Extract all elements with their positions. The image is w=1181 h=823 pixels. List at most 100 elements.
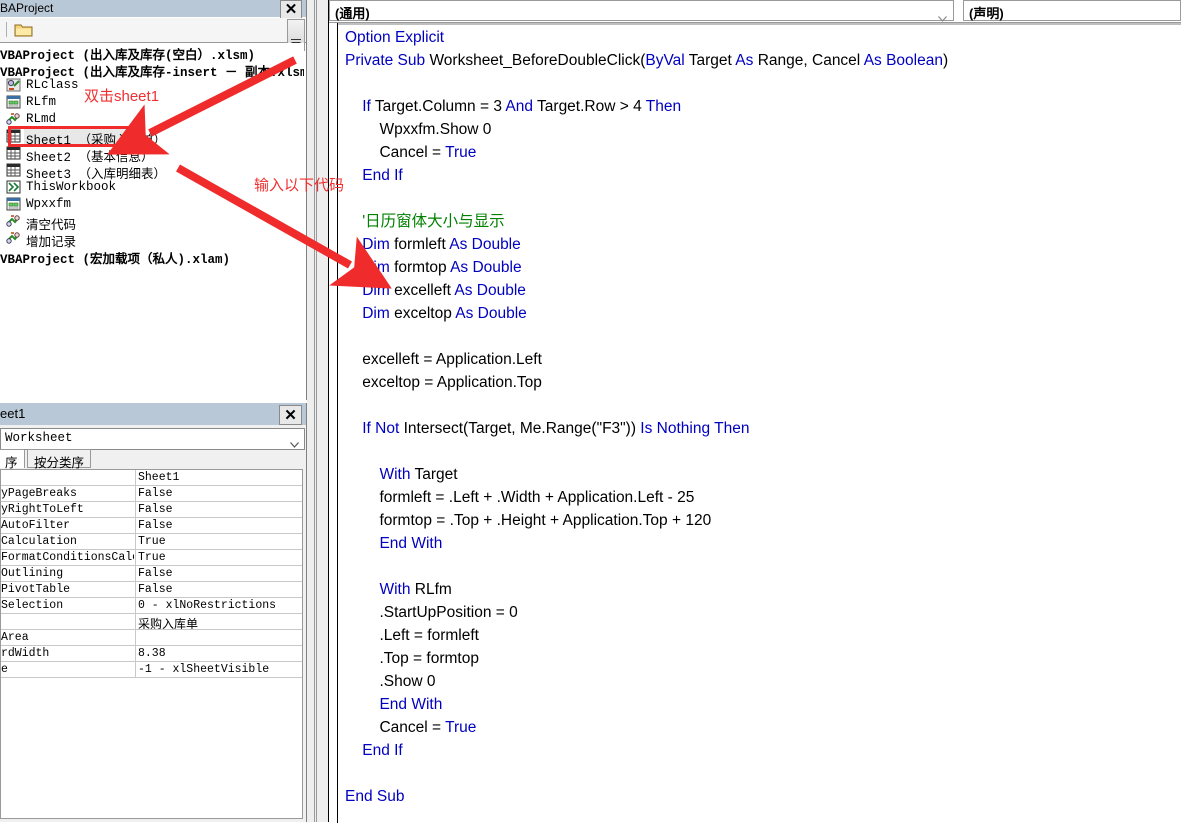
properties-tabs[interactable]: 序 按分类序 [0,449,306,470]
class-module-icon [6,78,21,92]
property-row[interactable]: 采购入库单 [1,614,302,630]
properties-titlebar: eet1 ✕ [0,403,306,425]
property-row[interactable]: AutoFilter False [1,518,302,534]
code-line[interactable] [345,555,1175,578]
property-row[interactable]: yPageBreaks False [1,486,302,502]
code-line[interactable]: Cancel = True [345,141,1175,164]
property-row[interactable]: e -1 - xlSheetVisible [1,662,302,678]
code-line[interactable] [345,394,1175,417]
code-line[interactable]: Dim exceltop As Double [345,302,1175,325]
close-icon[interactable]: ✕ [280,0,302,19]
property-row[interactable]: Outlining False [1,566,302,582]
code-line[interactable]: exceltop = Application.Top [345,371,1175,394]
close-icon[interactable]: ✕ [279,405,302,425]
code-scrollbar-track[interactable] [338,23,1181,25]
property-row[interactable]: rdWidth 8.38 [1,646,302,662]
property-name: e [1,663,8,676]
code-line[interactable]: formtop = .Top + .Height + Application.T… [345,509,1175,532]
folder-icon[interactable] [14,23,34,38]
property-value[interactable]: False [135,566,302,581]
property-value[interactable]: 8.38 [135,646,302,661]
code-editor-body[interactable]: Option Explicit Private Sub Worksheet_Bef… [329,22,1181,823]
property-value[interactable]: False [135,502,302,517]
code-line[interactable]: Dim formleft As Double [345,233,1175,256]
code-line[interactable]: .Show 0 [345,670,1175,693]
workbook-icon [6,180,21,194]
code-procedure-select[interactable]: (声明) [963,0,1181,21]
code-line[interactable]: End With [345,693,1175,716]
code-line[interactable]: formleft = .Left + .Width + Application.… [345,486,1175,509]
property-name [1,614,134,629]
tree-item-[interactable]: 清空代码 [0,213,304,233]
code-token: True [445,719,477,736]
code-line[interactable]: .StartUpPosition = 0 [345,601,1175,624]
code-token: Is Nothing Then [640,420,750,437]
code-line[interactable]: Private Sub Worksheet_BeforeDoubleClick(… [345,49,1175,72]
code-text[interactable]: Option Explicit Private Sub Worksheet_Bef… [345,26,1175,808]
code-line[interactable] [345,325,1175,348]
property-value[interactable]: 采购入库单 [135,614,302,629]
property-row[interactable]: FormatConditionsCalculTrue [1,550,302,566]
property-row[interactable]: PivotTable False [1,582,302,598]
code-token: As Double [455,305,527,322]
tree-item-wpxxfm[interactable]: Wpxxfm [0,196,304,213]
property-row[interactable]: Area [1,630,302,646]
code-token: End If [362,167,403,184]
code-token: If Not [362,420,404,437]
code-token: End If [362,742,403,759]
code-line[interactable]: With RLfm [345,578,1175,601]
properties-grid[interactable]: Sheet1 yPageBreaks False yRightToLeft False A… [0,469,303,819]
code-line[interactable] [345,762,1175,785]
property-value[interactable]: Sheet1 [135,470,302,485]
property-value[interactable]: 0 - xlNoRestrictions [135,598,302,613]
property-row[interactable]: yRightToLeft False [1,502,302,518]
code-line[interactable] [345,187,1175,210]
code-line[interactable]: '日历窗体大小与显示 [345,210,1175,233]
code-object-select[interactable]: (通用) [329,0,954,22]
property-value[interactable]: True [135,550,302,565]
tree-project-node[interactable]: VBAProject (出入库及库存-insert － 副本.xlsm) [0,60,304,80]
code-line[interactable]: Dim excelleft As Double [345,279,1175,302]
code-line[interactable]: End Sub [345,785,1175,808]
properties-object-select[interactable]: Worksheet [0,428,305,450]
panel-splitter[interactable] [307,0,329,822]
code-line[interactable]: If Target.Column = 3 And Target.Row > 4 … [345,95,1175,118]
code-line[interactable]: Cancel = True [345,716,1175,739]
code-line[interactable]: Option Explicit [345,26,1175,49]
code-line[interactable] [345,440,1175,463]
tree-item-sheet2[interactable]: Sheet2 （基本信息） [0,145,304,165]
code-line[interactable]: Dim formtop As Double [345,256,1175,279]
code-line[interactable]: .Top = formtop [345,647,1175,670]
code-line[interactable]: If Not Intersect(Target, Me.Range("F3"))… [345,417,1175,440]
property-row[interactable]: Selection 0 - xlNoRestrictions [1,598,302,614]
property-row[interactable]: Sheet1 [1,470,302,486]
property-value[interactable]: False [135,486,302,501]
property-value[interactable]: True [135,534,302,549]
tree-project-node[interactable]: VBAProject (宏加载项（私人).xlam) [0,247,304,267]
property-value[interactable] [135,630,302,645]
code-token: And [505,98,538,115]
property-value[interactable]: -1 - xlSheetVisible [135,662,302,677]
property-value[interactable]: False [135,518,302,533]
properties-title: eet1 [0,406,26,421]
tree-project-node[interactable]: VBAProject (出入库及库存(空白）.xlsm) [0,43,304,63]
code-line[interactable]: End If [345,164,1175,187]
property-value[interactable]: False [135,582,302,597]
code-token: formtop = .Top + .Height + Application.T… [345,512,712,529]
code-token: Cancel = [345,719,446,736]
property-row[interactable]: Calculation True [1,534,302,550]
properties-tab-1[interactable]: 按分类序 [27,449,92,470]
properties-tab-0[interactable]: 序 [0,449,25,470]
code-line[interactable]: With Target [345,463,1175,486]
userform-icon [6,197,21,211]
code-line[interactable]: End With [345,532,1175,555]
code-token: Dim [362,282,395,299]
code-line[interactable]: Wpxxfm.Show 0 [345,118,1175,141]
code-line[interactable] [345,72,1175,95]
code-line[interactable]: excelleft = Application.Left [345,348,1175,371]
code-line[interactable]: End If [345,739,1175,762]
code-line[interactable]: .Left = formleft [345,624,1175,647]
code-window: (通用) (声明) Option Explicit Private Sub Wor… [329,0,1181,823]
tree-item-[interactable]: 增加记录 [0,230,304,250]
